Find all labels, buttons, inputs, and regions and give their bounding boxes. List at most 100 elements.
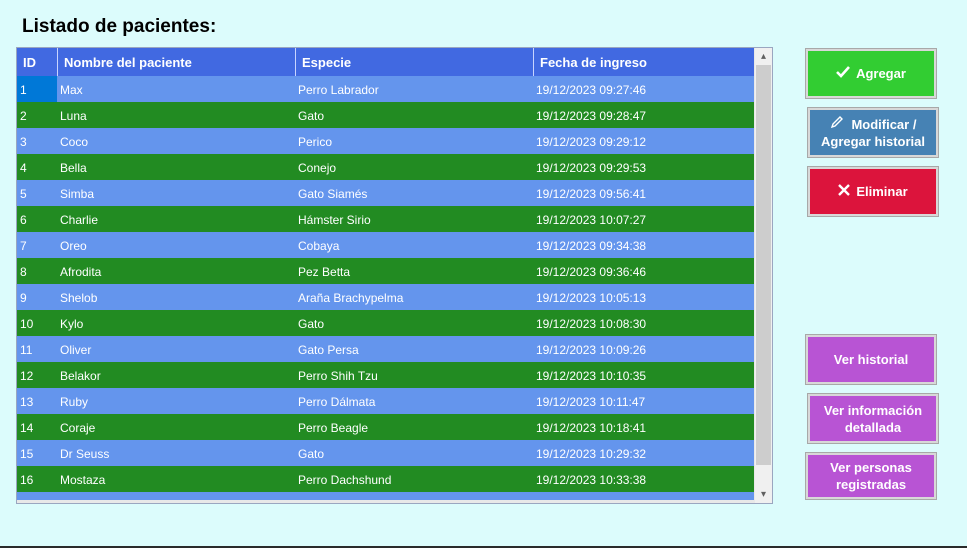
cell-name[interactable]: Belakor [60, 362, 101, 388]
cell-id[interactable]: 11 [17, 336, 57, 362]
cell-id[interactable]: 8 [17, 258, 57, 284]
scroll-up-icon[interactable]: ▴ [755, 48, 772, 65]
cell-species[interactable]: Perro Dachshund [298, 466, 391, 492]
cell-name[interactable]: Coco [60, 128, 88, 154]
cell-species[interactable]: Gato Persa [298, 336, 359, 362]
table-row[interactable]: 14 Coraje Perro Beagle 19/12/2023 10:18:41 [17, 414, 754, 440]
vertical-scrollbar[interactable]: ▴ ▾ [755, 48, 772, 503]
cell-id[interactable]: 7 [17, 232, 57, 258]
cell-date[interactable]: 19/12/2023 09:28:47 [536, 102, 646, 128]
cell-id[interactable]: 9 [17, 284, 57, 310]
table-row[interactable]: 13 Ruby Perro Dálmata 19/12/2023 10:11:47 [17, 388, 754, 414]
cell-date[interactable]: 19/12/2023 10:29:32 [536, 440, 646, 466]
cell-species[interactable]: Hámster Sirio [298, 206, 371, 232]
cell-name[interactable]: Ruby [60, 388, 88, 414]
cell-name[interactable]: Afrodita [60, 258, 101, 284]
table-row[interactable]: 12 Belakor Perro Shih Tzu 19/12/2023 10:10:… [17, 362, 754, 388]
table-row[interactable]: 6 Charlie Hámster Sirio 19/12/2023 10:07:27 [17, 206, 754, 232]
cell-name[interactable]: Oreo [60, 232, 87, 258]
table-row[interactable]: 9 Shelob Araña Brachypelma 19/12/2023 10:05… [17, 284, 754, 310]
cell-date[interactable]: 19/12/2023 10:33:38 [536, 466, 646, 492]
cell-date[interactable]: 19/12/2023 10:18:41 [536, 414, 646, 440]
cell-date[interactable]: 19/12/2023 09:56:41 [536, 180, 646, 206]
scroll-down-icon[interactable]: ▾ [755, 486, 772, 503]
cell-date[interactable]: 19/12/2023 10:11:47 [536, 388, 645, 414]
column-header-id[interactable]: ID [17, 48, 58, 76]
column-header-species[interactable]: Especie [296, 48, 534, 76]
table-row[interactable]: 7 Oreo Cobaya 19/12/2023 09:34:38 [17, 232, 754, 258]
cell-date[interactable]: 19/12/2023 09:34:38 [536, 232, 646, 258]
cell-species[interactable]: Gato [298, 440, 324, 466]
table-row-partial [17, 492, 754, 500]
cell-species[interactable]: Pez Betta [298, 258, 350, 284]
grid-body: 1 Max Perro Labrador 19/12/2023 09:27:46 2 Lu… [17, 76, 754, 503]
scrollbar-thumb[interactable] [756, 65, 771, 465]
cell-species[interactable]: Gato Siamés [298, 180, 367, 206]
cell-name[interactable]: Shelob [60, 284, 97, 310]
close-icon [838, 183, 851, 200]
cell-date[interactable]: 19/12/2023 09:29:12 [536, 128, 646, 154]
cell-species[interactable]: Gato [298, 102, 324, 128]
cell-species[interactable]: Perico [298, 128, 332, 154]
table-row[interactable]: 10 Kylo Gato 19/12/2023 10:08:30 [17, 310, 754, 336]
table-row[interactable]: 11 Oliver Gato Persa 19/12/2023 10:09:26 [17, 336, 754, 362]
cell-date[interactable]: 19/12/2023 10:10:35 [536, 362, 646, 388]
cell-name[interactable]: Max [60, 76, 83, 102]
table-row[interactable]: 1 Max Perro Labrador 19/12/2023 09:27:46 [17, 76, 754, 102]
table-row[interactable]: 4 Bella Conejo 19/12/2023 09:29:53 [17, 154, 754, 180]
cell-id[interactable]: 14 [17, 414, 57, 440]
column-header-date[interactable]: Fecha de ingreso [534, 48, 754, 76]
column-header-name[interactable]: Nombre del paciente [58, 48, 296, 76]
cell-date[interactable]: 19/12/2023 10:05:13 [536, 284, 646, 310]
cell-id[interactable]: 13 [17, 388, 57, 414]
cell-species[interactable]: Perro Beagle [298, 414, 368, 440]
view-people-button[interactable]: Ver personas registradas [805, 452, 937, 500]
cell-name[interactable]: Dr Seuss [60, 440, 109, 466]
modify-button[interactable]: Modificar / Agregar historial [807, 107, 939, 158]
cell-date[interactable]: 19/12/2023 10:09:26 [536, 336, 646, 362]
cell-name[interactable]: Luna [60, 102, 87, 128]
delete-button[interactable]: Eliminar [807, 166, 939, 217]
cell-name[interactable]: Charlie [60, 206, 98, 232]
cell-species[interactable]: Cobaya [298, 232, 339, 258]
cell-id[interactable]: 4 [17, 154, 57, 180]
cell-id[interactable]: 5 [17, 180, 57, 206]
cell-id[interactable]: 1 [17, 76, 57, 102]
cell-name[interactable]: Kylo [60, 310, 83, 336]
cell-name[interactable]: Simba [60, 180, 94, 206]
cell-id[interactable]: 10 [17, 310, 57, 336]
cell-name[interactable]: Coraje [60, 414, 95, 440]
cell-date[interactable]: 19/12/2023 09:27:46 [536, 76, 646, 102]
cell-species[interactable]: Araña Brachypelma [298, 284, 403, 310]
modify-button-text: Modificar / Agregar historial [810, 115, 936, 150]
cell-species[interactable]: Perro Shih Tzu [298, 362, 378, 388]
cell-date[interactable]: 19/12/2023 10:07:27 [536, 206, 646, 232]
cell-id[interactable]: 2 [17, 102, 57, 128]
table-row[interactable]: 2 Luna Gato 19/12/2023 09:28:47 [17, 102, 754, 128]
cell-date[interactable]: 19/12/2023 09:29:53 [536, 154, 646, 180]
cell-id[interactable]: 3 [17, 128, 57, 154]
cell-species[interactable]: Perro Dálmata [298, 388, 375, 414]
cell-name[interactable]: Bella [60, 154, 87, 180]
table-row[interactable]: 16 Mostaza Perro Dachshund 19/12/2023 10:33… [17, 466, 754, 492]
view-history-button[interactable]: Ver historial [805, 334, 937, 385]
cell-id[interactable]: 6 [17, 206, 57, 232]
cell-date[interactable]: 19/12/2023 09:36:46 [536, 258, 646, 284]
cell-name[interactable]: Mostaza [60, 466, 105, 492]
pencil-icon [830, 116, 848, 132]
cell-date[interactable]: 19/12/2023 10:08:30 [536, 310, 646, 336]
table-row[interactable]: 5 Simba Gato Siamés 19/12/2023 09:56:41 [17, 180, 754, 206]
table-row[interactable]: 8 Afrodita Pez Betta 19/12/2023 09:36:46 [17, 258, 754, 284]
table-row[interactable]: 3 Coco Perico 19/12/2023 09:29:12 [17, 128, 754, 154]
patients-grid[interactable]: ID Nombre del paciente Especie Fecha de … [16, 47, 773, 504]
view-details-button[interactable]: Ver información detallada [807, 393, 939, 444]
cell-id[interactable]: 15 [17, 440, 57, 466]
cell-id[interactable]: 12 [17, 362, 57, 388]
cell-species[interactable]: Gato [298, 310, 324, 336]
cell-species[interactable]: Conejo [298, 154, 336, 180]
cell-id[interactable]: 16 [17, 466, 57, 492]
table-row[interactable]: 15 Dr Seuss Gato 19/12/2023 10:29:32 [17, 440, 754, 466]
cell-species[interactable]: Perro Labrador [298, 76, 379, 102]
cell-name[interactable]: Oliver [60, 336, 91, 362]
add-button[interactable]: Agregar [805, 48, 937, 99]
